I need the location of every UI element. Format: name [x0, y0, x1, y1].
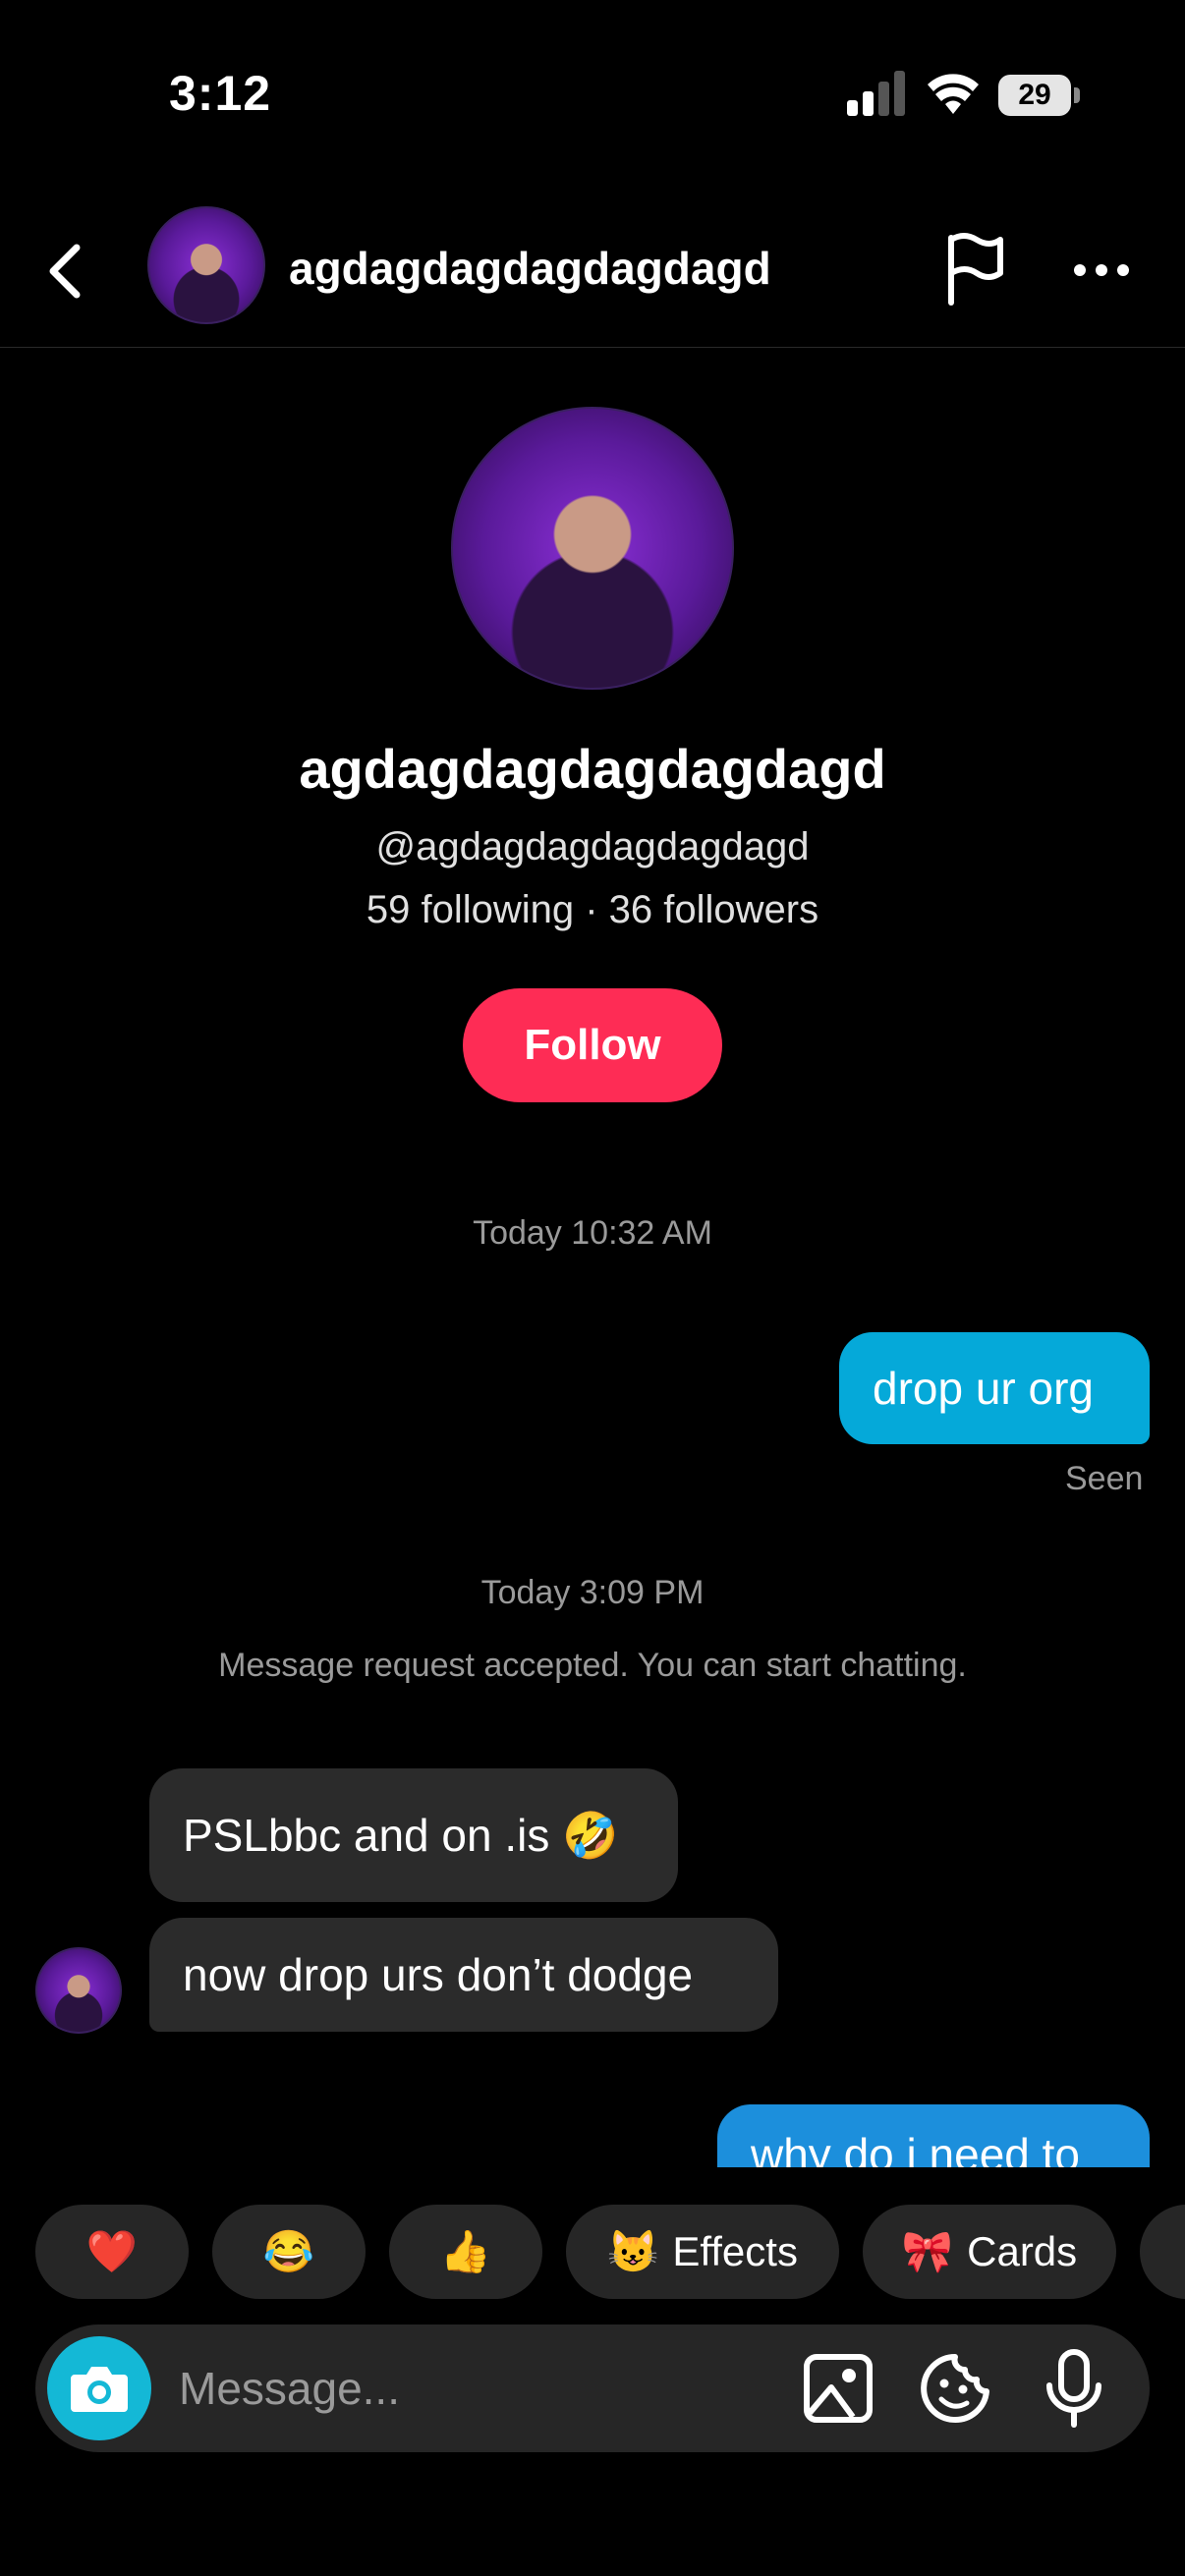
- header-avatar[interactable]: [147, 206, 265, 324]
- quick-laugh-button[interactable]: 😂: [212, 2205, 366, 2299]
- profile-display-name: agdagdagdagdagdagd: [299, 738, 886, 800]
- quick-heart-button[interactable]: ❤️: [35, 2205, 189, 2299]
- effects-label: Effects: [672, 2228, 798, 2274]
- seen-status: Seen: [1065, 1460, 1144, 1497]
- effects-button[interactable]: 😺 Effects: [566, 2205, 839, 2299]
- thumbs-up-emoji-icon: 👍: [439, 2227, 492, 2274]
- quick-reaction-bar: ❤️ 😂 👍 😺 Effects 🎀 Cards: [0, 2205, 1185, 2299]
- cat-face-icon: 😺: [607, 2227, 659, 2274]
- report-button[interactable]: [939, 230, 1008, 308]
- wifi-icon: [928, 74, 979, 114]
- quick-thumbs-up-button[interactable]: 👍: [389, 2205, 542, 2299]
- chat-timestamp: Today 3:09 PM: [480, 1574, 705, 1611]
- follow-button[interactable]: Follow: [463, 988, 722, 1102]
- sender-avatar[interactable]: [35, 1947, 122, 2034]
- status-time: 3:12: [169, 66, 272, 121]
- message-input[interactable]: [179, 2344, 768, 2433]
- chat-header: agdagdagdagdagdagd: [0, 196, 1185, 348]
- sticker-face-icon: [921, 2354, 989, 2423]
- ribbon-card-icon: 🎀: [901, 2227, 954, 2274]
- gallery-button[interactable]: [802, 2352, 875, 2425]
- outgoing-message[interactable]: drop ur org: [839, 1332, 1150, 1444]
- voice-message-button[interactable]: [1042, 2348, 1106, 2429]
- more-dot-icon: [1117, 264, 1129, 276]
- cards-button[interactable]: 🎀 Cards: [863, 2205, 1116, 2299]
- more-dot-icon: [1074, 264, 1086, 276]
- sticker-button[interactable]: [920, 2352, 992, 2425]
- camera-button[interactable]: [47, 2336, 151, 2440]
- profile-stats: 59 following · 36 followers: [366, 888, 819, 931]
- flag-icon: [948, 233, 1003, 306]
- profile-handle: @agdagdagdagdagdagd: [375, 825, 810, 868]
- more-quick-actions-chip[interactable]: [1140, 2205, 1185, 2299]
- profile-avatar[interactable]: [451, 407, 734, 690]
- outgoing-message[interactable]: why do i need to: [717, 2104, 1150, 2167]
- back-button[interactable]: [35, 232, 94, 310]
- more-dot-icon: [1096, 264, 1107, 276]
- chevron-left-icon: [49, 244, 81, 299]
- camera-icon: [71, 2367, 128, 2412]
- chat-timestamp: Today 10:32 AM: [473, 1214, 712, 1252]
- incoming-message[interactable]: PSLbbc and on .is 🤣: [149, 1768, 678, 1902]
- laugh-emoji-icon: 😂: [262, 2227, 315, 2274]
- cards-label: Cards: [967, 2228, 1078, 2274]
- message-composer: [35, 2324, 1150, 2452]
- cellular-signal-icon: [847, 71, 905, 116]
- header-username[interactable]: agdagdagdagdagdagd: [289, 242, 771, 295]
- system-message: Message request accepted. You can start …: [218, 1647, 967, 1684]
- heart-emoji-icon: ❤️: [85, 2227, 139, 2274]
- outgoing-message-clip: why do i need to: [717, 2104, 1150, 2167]
- battery-level: 29: [998, 75, 1071, 116]
- battery-icon: 29: [998, 75, 1081, 116]
- image-gallery-icon: [804, 2354, 873, 2423]
- more-options-button[interactable]: [1067, 236, 1136, 305]
- incoming-message[interactable]: now drop urs don’t dodge: [149, 1918, 778, 2032]
- microphone-icon: [1046, 2349, 1101, 2428]
